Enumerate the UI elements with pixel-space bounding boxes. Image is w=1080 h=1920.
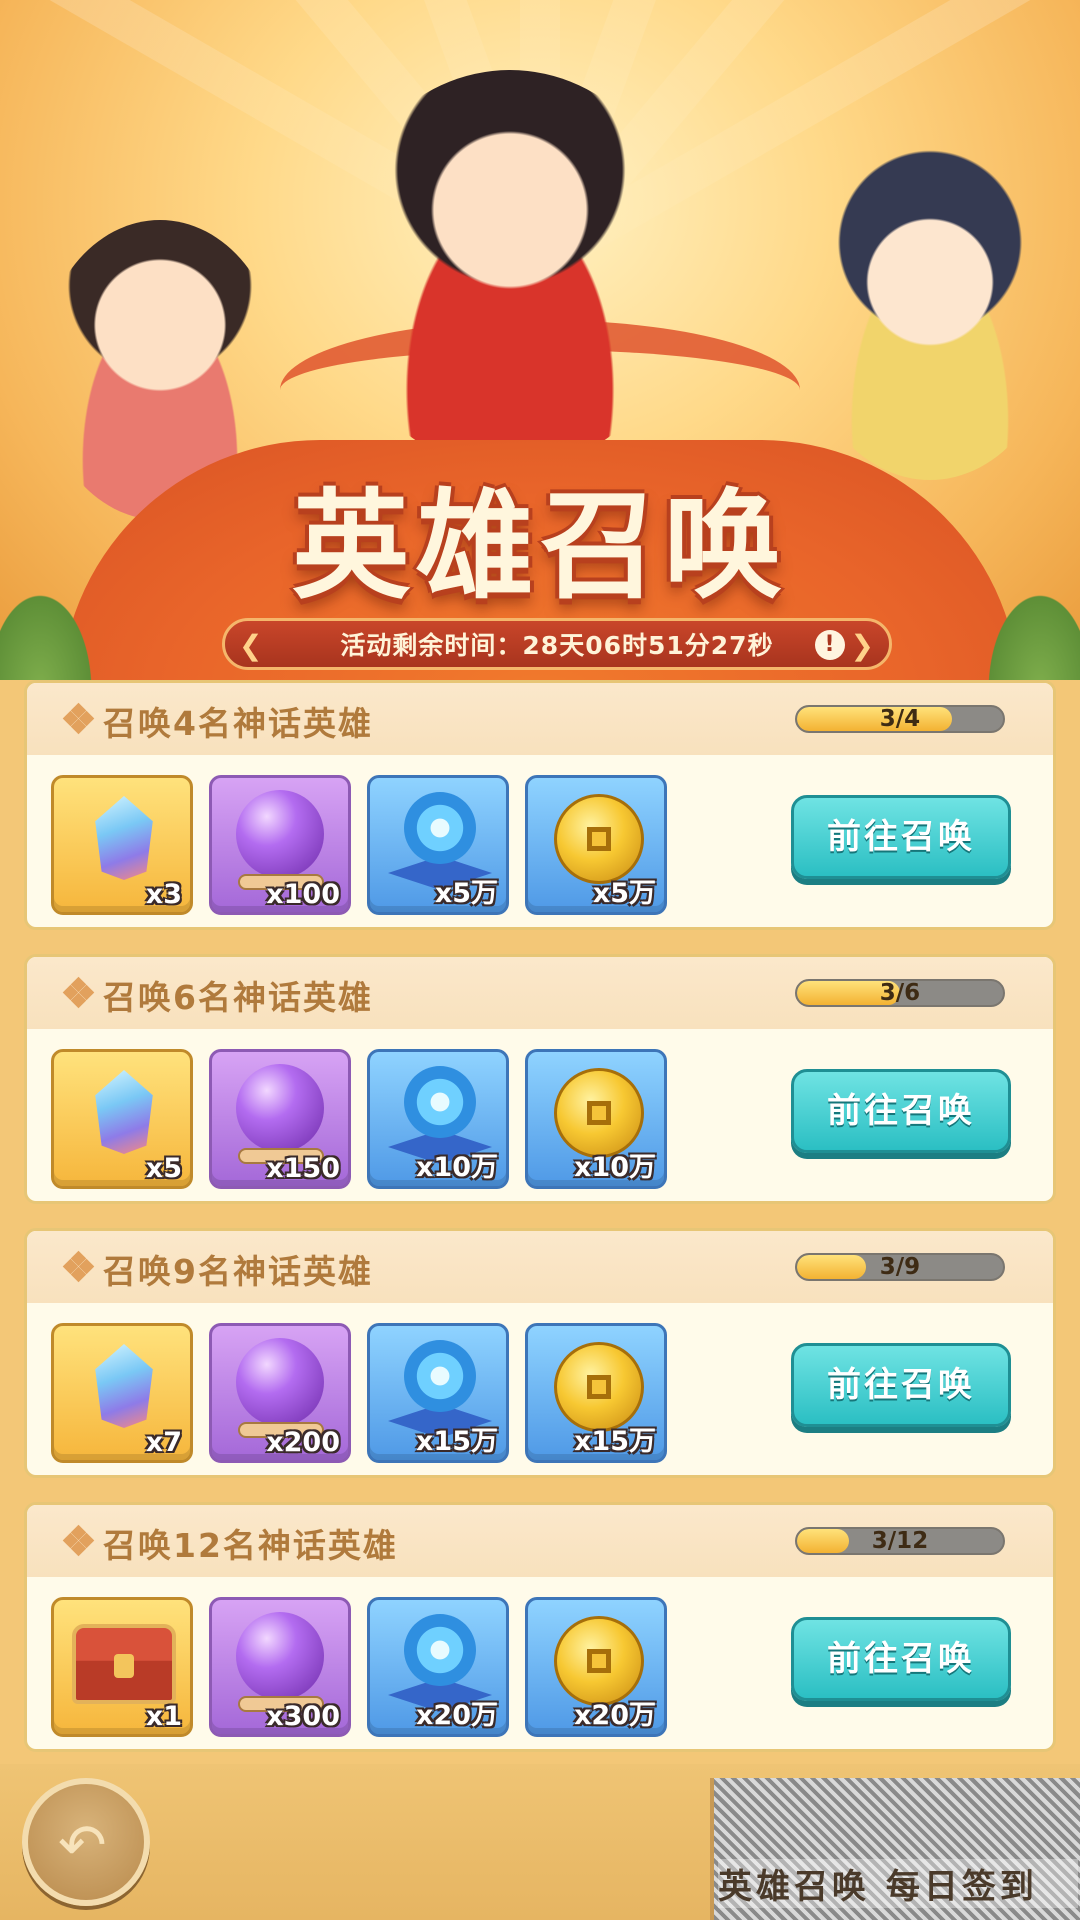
- task-list: 召唤4名神话英雄 3/4 x3 x100 x5万 x5万 前往召唤 召唤6名神话英雄 …: [24, 680, 1056, 1776]
- reward-quantity: x10万: [416, 1152, 498, 1183]
- reward-quantity: x150: [266, 1153, 340, 1184]
- reward-slot[interactable]: x3: [51, 775, 193, 915]
- go-summon-button[interactable]: 前往召唤: [791, 1069, 1011, 1153]
- task-progress-bar: 3/6: [795, 979, 1005, 1007]
- back-arrow-icon: ↶: [58, 1811, 107, 1879]
- diamond-bullet-icon: [62, 702, 95, 735]
- reward-quantity: x7: [145, 1427, 182, 1458]
- diamond-bullet-icon: [62, 976, 95, 1009]
- task-title: 召唤6名神话英雄: [103, 978, 373, 1017]
- task-header: 召唤12名神话英雄 3/12: [27, 1505, 1053, 1577]
- reward-slot[interactable]: x300: [209, 1597, 351, 1737]
- task-card: 召唤6名神话英雄 3/6 x5 x150 x10万 x10万 前往召唤: [24, 954, 1056, 1204]
- reward-slot[interactable]: x10万: [525, 1049, 667, 1189]
- progress-text: 3/9: [879, 1254, 921, 1280]
- diamond-bullet-icon: [62, 1250, 95, 1283]
- chevron-right-icon: ❯: [850, 629, 875, 662]
- timer-text: 活动剩余时间：28天06时51分27秒: [340, 631, 774, 660]
- task-card: 召唤4名神话英雄 3/4 x3 x100 x5万 x5万 前往召唤: [24, 680, 1056, 930]
- go-summon-button[interactable]: 前往召唤: [791, 1343, 1011, 1427]
- reward-slot[interactable]: x5: [51, 1049, 193, 1189]
- reward-quantity: x10万: [574, 1152, 656, 1183]
- reward-slot[interactable]: x150: [209, 1049, 351, 1189]
- back-button[interactable]: ↶: [22, 1778, 150, 1906]
- reward-slot[interactable]: x10万: [367, 1049, 509, 1189]
- reward-list: x3 x100 x5万 x5万: [51, 775, 667, 915]
- reward-quantity: x200: [266, 1427, 340, 1458]
- reward-quantity: x5万: [592, 878, 656, 909]
- reward-slot[interactable]: x5万: [367, 775, 509, 915]
- reward-slot[interactable]: x7: [51, 1323, 193, 1463]
- task-header: 召唤4名神话英雄 3/4: [27, 683, 1053, 755]
- diamond-bullet-icon: [62, 1524, 95, 1557]
- promo-text: 英雄召唤 每日签到: [718, 1859, 1078, 1908]
- reward-slot[interactable]: x15万: [525, 1323, 667, 1463]
- reward-list: x1 x300 x20万 x20万: [51, 1597, 667, 1737]
- event-timer: ❮ 活动剩余时间：28天06时51分27秒 ! ❯: [222, 618, 892, 670]
- reward-slot[interactable]: x5万: [525, 775, 667, 915]
- task-header: 召唤6名神话英雄 3/6: [27, 957, 1053, 1029]
- task-progress-bar: 3/12: [795, 1527, 1005, 1555]
- reward-quantity: x5: [145, 1153, 182, 1184]
- reward-quantity: x3: [145, 879, 182, 910]
- progress-text: 3/6: [879, 980, 921, 1006]
- reward-list: x5 x150 x10万 x10万: [51, 1049, 667, 1189]
- event-banner: 英雄召唤 ❮ 活动剩余时间：28天06时51分27秒 ! ❯: [0, 0, 1080, 680]
- reward-slot[interactable]: x15万: [367, 1323, 509, 1463]
- reward-slot[interactable]: x100: [209, 775, 351, 915]
- go-summon-button[interactable]: 前往召唤: [791, 795, 1011, 879]
- reward-quantity: x20万: [416, 1700, 498, 1731]
- reward-quantity: x1: [145, 1701, 182, 1732]
- go-summon-button[interactable]: 前往召唤: [791, 1617, 1011, 1701]
- task-card: 召唤12名神话英雄 3/12 x1 x300 x20万 x20万 前往召唤: [24, 1502, 1056, 1752]
- task-progress-bar: 3/4: [795, 705, 1005, 733]
- progress-text: 3/4: [879, 706, 921, 732]
- task-progress-bar: 3/9: [795, 1253, 1005, 1281]
- reward-slot[interactable]: x1: [51, 1597, 193, 1737]
- task-title: 召唤12名神话英雄: [103, 1526, 398, 1565]
- progress-text: 3/12: [871, 1528, 929, 1554]
- event-title: 英雄召唤: [291, 476, 788, 615]
- reward-quantity: x100: [266, 879, 340, 910]
- promo-panel[interactable]: 英雄召唤 每日签到: [710, 1778, 1080, 1920]
- reward-slot[interactable]: x20万: [525, 1597, 667, 1737]
- task-title: 召唤9名神话英雄: [103, 1252, 373, 1291]
- task-header: 召唤9名神话英雄 3/9: [27, 1231, 1053, 1303]
- reward-slot[interactable]: x200: [209, 1323, 351, 1463]
- reward-slot[interactable]: x20万: [367, 1597, 509, 1737]
- info-icon[interactable]: !: [815, 630, 845, 660]
- task-title: 召唤4名神话英雄: [103, 704, 373, 743]
- task-card: 召唤9名神话英雄 3/9 x7 x200 x15万 x15万 前往召唤: [24, 1228, 1056, 1478]
- reward-quantity: x15万: [416, 1426, 498, 1457]
- hero-right-illustration: [800, 150, 1060, 480]
- hero-center-illustration: [330, 70, 690, 470]
- chevron-left-icon: ❮: [239, 629, 264, 662]
- reward-quantity: x5万: [434, 878, 498, 909]
- reward-quantity: x300: [266, 1701, 340, 1732]
- reward-list: x7 x200 x15万 x15万: [51, 1323, 667, 1463]
- reward-quantity: x15万: [574, 1426, 656, 1457]
- reward-quantity: x20万: [574, 1700, 656, 1731]
